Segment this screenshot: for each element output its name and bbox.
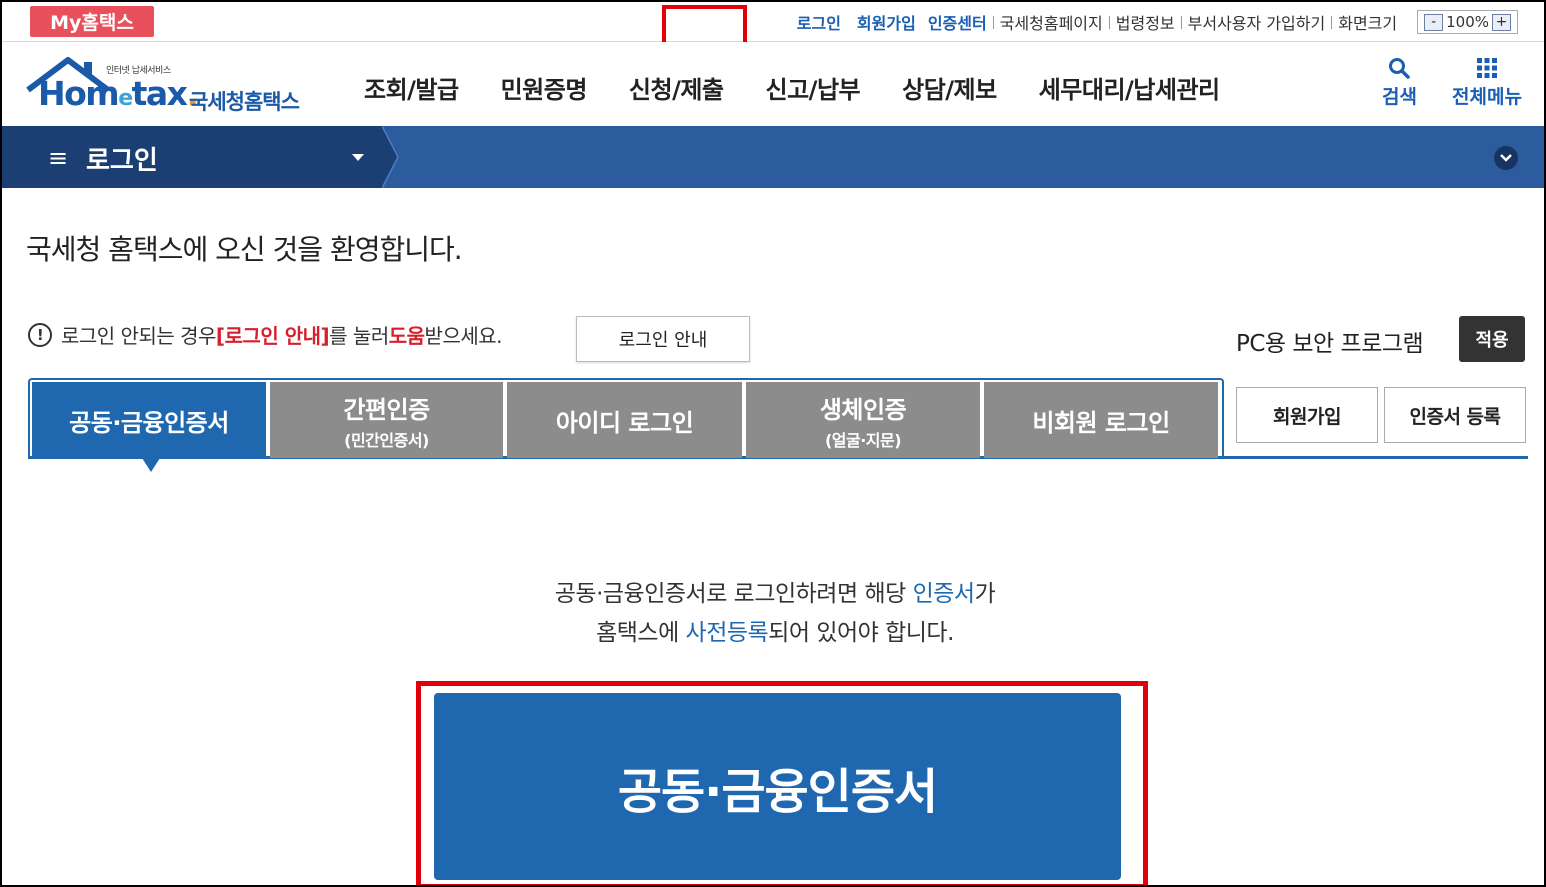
login-guide-button[interactable]: 로그인 안내 — [576, 316, 750, 362]
chevron-down-icon — [1500, 154, 1512, 162]
location-bar: ≡ 로그인 — [2, 126, 1544, 188]
page-frame: My홈택스 로그인 회원가입 인증센터 국세청홈페이지 법령정보 부서사용자 가… — [0, 0, 1546, 887]
search-label: 검색 — [1382, 86, 1417, 108]
security-apply-button[interactable]: 적용 — [1459, 316, 1525, 362]
signup-button[interactable]: 회원가입 — [1236, 387, 1378, 443]
screen-size-label: 화면크기 — [1338, 14, 1398, 33]
law-info-link[interactable]: 법령정보 — [1110, 10, 1181, 34]
desc-text: 홈택스에 — [596, 620, 686, 646]
top-utility-bar: My홈택스 로그인 회원가입 인증센터 국세청홈페이지 법령정보 부서사용자 가… — [2, 2, 1544, 42]
security-program-label: PC용 보안 프로그램 — [1236, 331, 1424, 357]
tab-label: 공동·금융인증서 — [69, 408, 229, 437]
desc-highlight: 사전등록 — [685, 620, 769, 646]
grid-icon — [1476, 58, 1497, 78]
gnb-item-inquiry[interactable]: 조회/발급 — [364, 70, 459, 105]
nts-home-link[interactable]: 국세청홈페이지 — [994, 10, 1109, 34]
joint-financial-cert-login-button[interactable]: 공동·금융인증서 — [434, 693, 1121, 880]
caret-down-icon — [352, 154, 364, 161]
help-text-mid: 를 눌러 — [329, 324, 389, 348]
location-arrow-edge — [382, 126, 399, 188]
exclamation-circle-icon: ! — [28, 322, 52, 347]
tab-id-login[interactable]: 아이디 로그인 — [507, 382, 742, 458]
welcome-heading: 국세청 홈택스에 오신 것을 환영합니다. — [26, 233, 463, 266]
dept-user-link[interactable]: 부서사용자 가입하기 — [1182, 10, 1332, 34]
login-help-text: ! 로그인 안되는 경우 [로그인 안내] 를 눌러 도움 받으세요. — [28, 320, 503, 349]
tab-label: 비회원 로그인 — [1032, 408, 1170, 437]
desc-text: 가 — [974, 581, 996, 607]
utility-links: 로그인 회원가입 인증센터 국세청홈페이지 법령정보 부서사용자 가입하기 화면… — [787, 8, 1518, 36]
gnb-item-apply[interactable]: 신청/제출 — [629, 70, 724, 105]
gnb-item-agent[interactable]: 세무대리/납세관리 — [1039, 70, 1220, 105]
tab-label: 생체인증 — [819, 395, 907, 424]
logo-wordmark: Hometax. — [38, 74, 199, 113]
all-menu-label: 전체메뉴 — [1452, 86, 1522, 108]
hometax-logo[interactable]: 인터넷 납세서비스 Hometax. 국세청홈택스 — [24, 52, 314, 120]
zoom-out-button[interactable]: - — [1424, 13, 1444, 31]
zoom-value: 100% — [1446, 13, 1489, 31]
help-text-pre: 로그인 안되는 경우 — [61, 324, 216, 348]
logo-home: Hom — [38, 74, 120, 113]
tab-guest-login[interactable]: 비회원 로그인 — [984, 382, 1218, 458]
logo-tax: tax — [131, 74, 188, 113]
tab-sublabel: (민간인증서) — [344, 430, 429, 450]
desc-text: 되어 있어야 합니다. — [768, 620, 954, 646]
search-button[interactable]: 검색 — [1382, 54, 1417, 109]
location-title: 로그인 — [86, 146, 158, 176]
desc-text: 공동·금융인증서로 로그인하려면 해당 — [554, 581, 913, 607]
tab-sublabel: (얼굴·지문) — [824, 430, 902, 450]
collapse-button[interactable] — [1494, 146, 1518, 170]
tab-label: 간편인증 — [343, 395, 430, 424]
cert-center-link[interactable]: 인증센터 — [922, 10, 993, 34]
header: 인터넷 납세서비스 Hometax. 국세청홈택스 조회/발급 민원증명 신청/… — [2, 42, 1544, 126]
tab-joint-financial-cert[interactable]: 공동·금융인증서 — [32, 382, 266, 458]
help-text-help: 도움 — [388, 324, 425, 348]
gnb-item-consult[interactable]: 상담/제보 — [902, 70, 997, 105]
cert-description-line2: 홈택스에 사전등록되어 있어야 합니다. — [2, 613, 1544, 647]
desc-highlight: 인증서 — [912, 581, 975, 607]
zoom-control: - 100% + — [1417, 10, 1518, 34]
tab-simple-auth[interactable]: 간편인증 (민간인증서) — [270, 382, 503, 458]
login-link[interactable]: 로그인 — [787, 10, 851, 34]
hamburger-icon: ≡ — [48, 144, 69, 172]
all-menu-button[interactable]: 전체메뉴 — [1452, 54, 1522, 109]
zoom-in-button[interactable]: + — [1492, 13, 1511, 31]
logo-e: e — [118, 86, 133, 111]
gnb-item-report[interactable]: 신고/납부 — [766, 70, 861, 105]
tab-biometric[interactable]: 생체인증 (얼굴·지문) — [746, 382, 980, 458]
cert-register-button[interactable]: 인증서 등록 — [1384, 387, 1526, 443]
logo-korean: 국세청홈택스 — [189, 90, 300, 114]
search-icon — [1389, 58, 1411, 79]
gnb-item-certificates[interactable]: 민원증명 — [501, 70, 588, 105]
active-tab-pointer — [142, 458, 160, 472]
my-hometax-badge[interactable]: My홈택스 — [30, 6, 154, 37]
tab-label: 아이디 로그인 — [555, 408, 694, 437]
global-nav: 조회/발급 민원증명 신청/제출 신고/납부 상담/제보 세무대리/납세관리 — [364, 70, 1262, 105]
signup-link[interactable]: 회원가입 — [851, 10, 922, 34]
help-text-post: 받으세요. — [424, 324, 503, 348]
cert-description-line1: 공동·금융인증서로 로그인하려면 해당 인증서가 — [2, 574, 1544, 608]
help-text-link: [로그인 안내] — [215, 324, 330, 348]
